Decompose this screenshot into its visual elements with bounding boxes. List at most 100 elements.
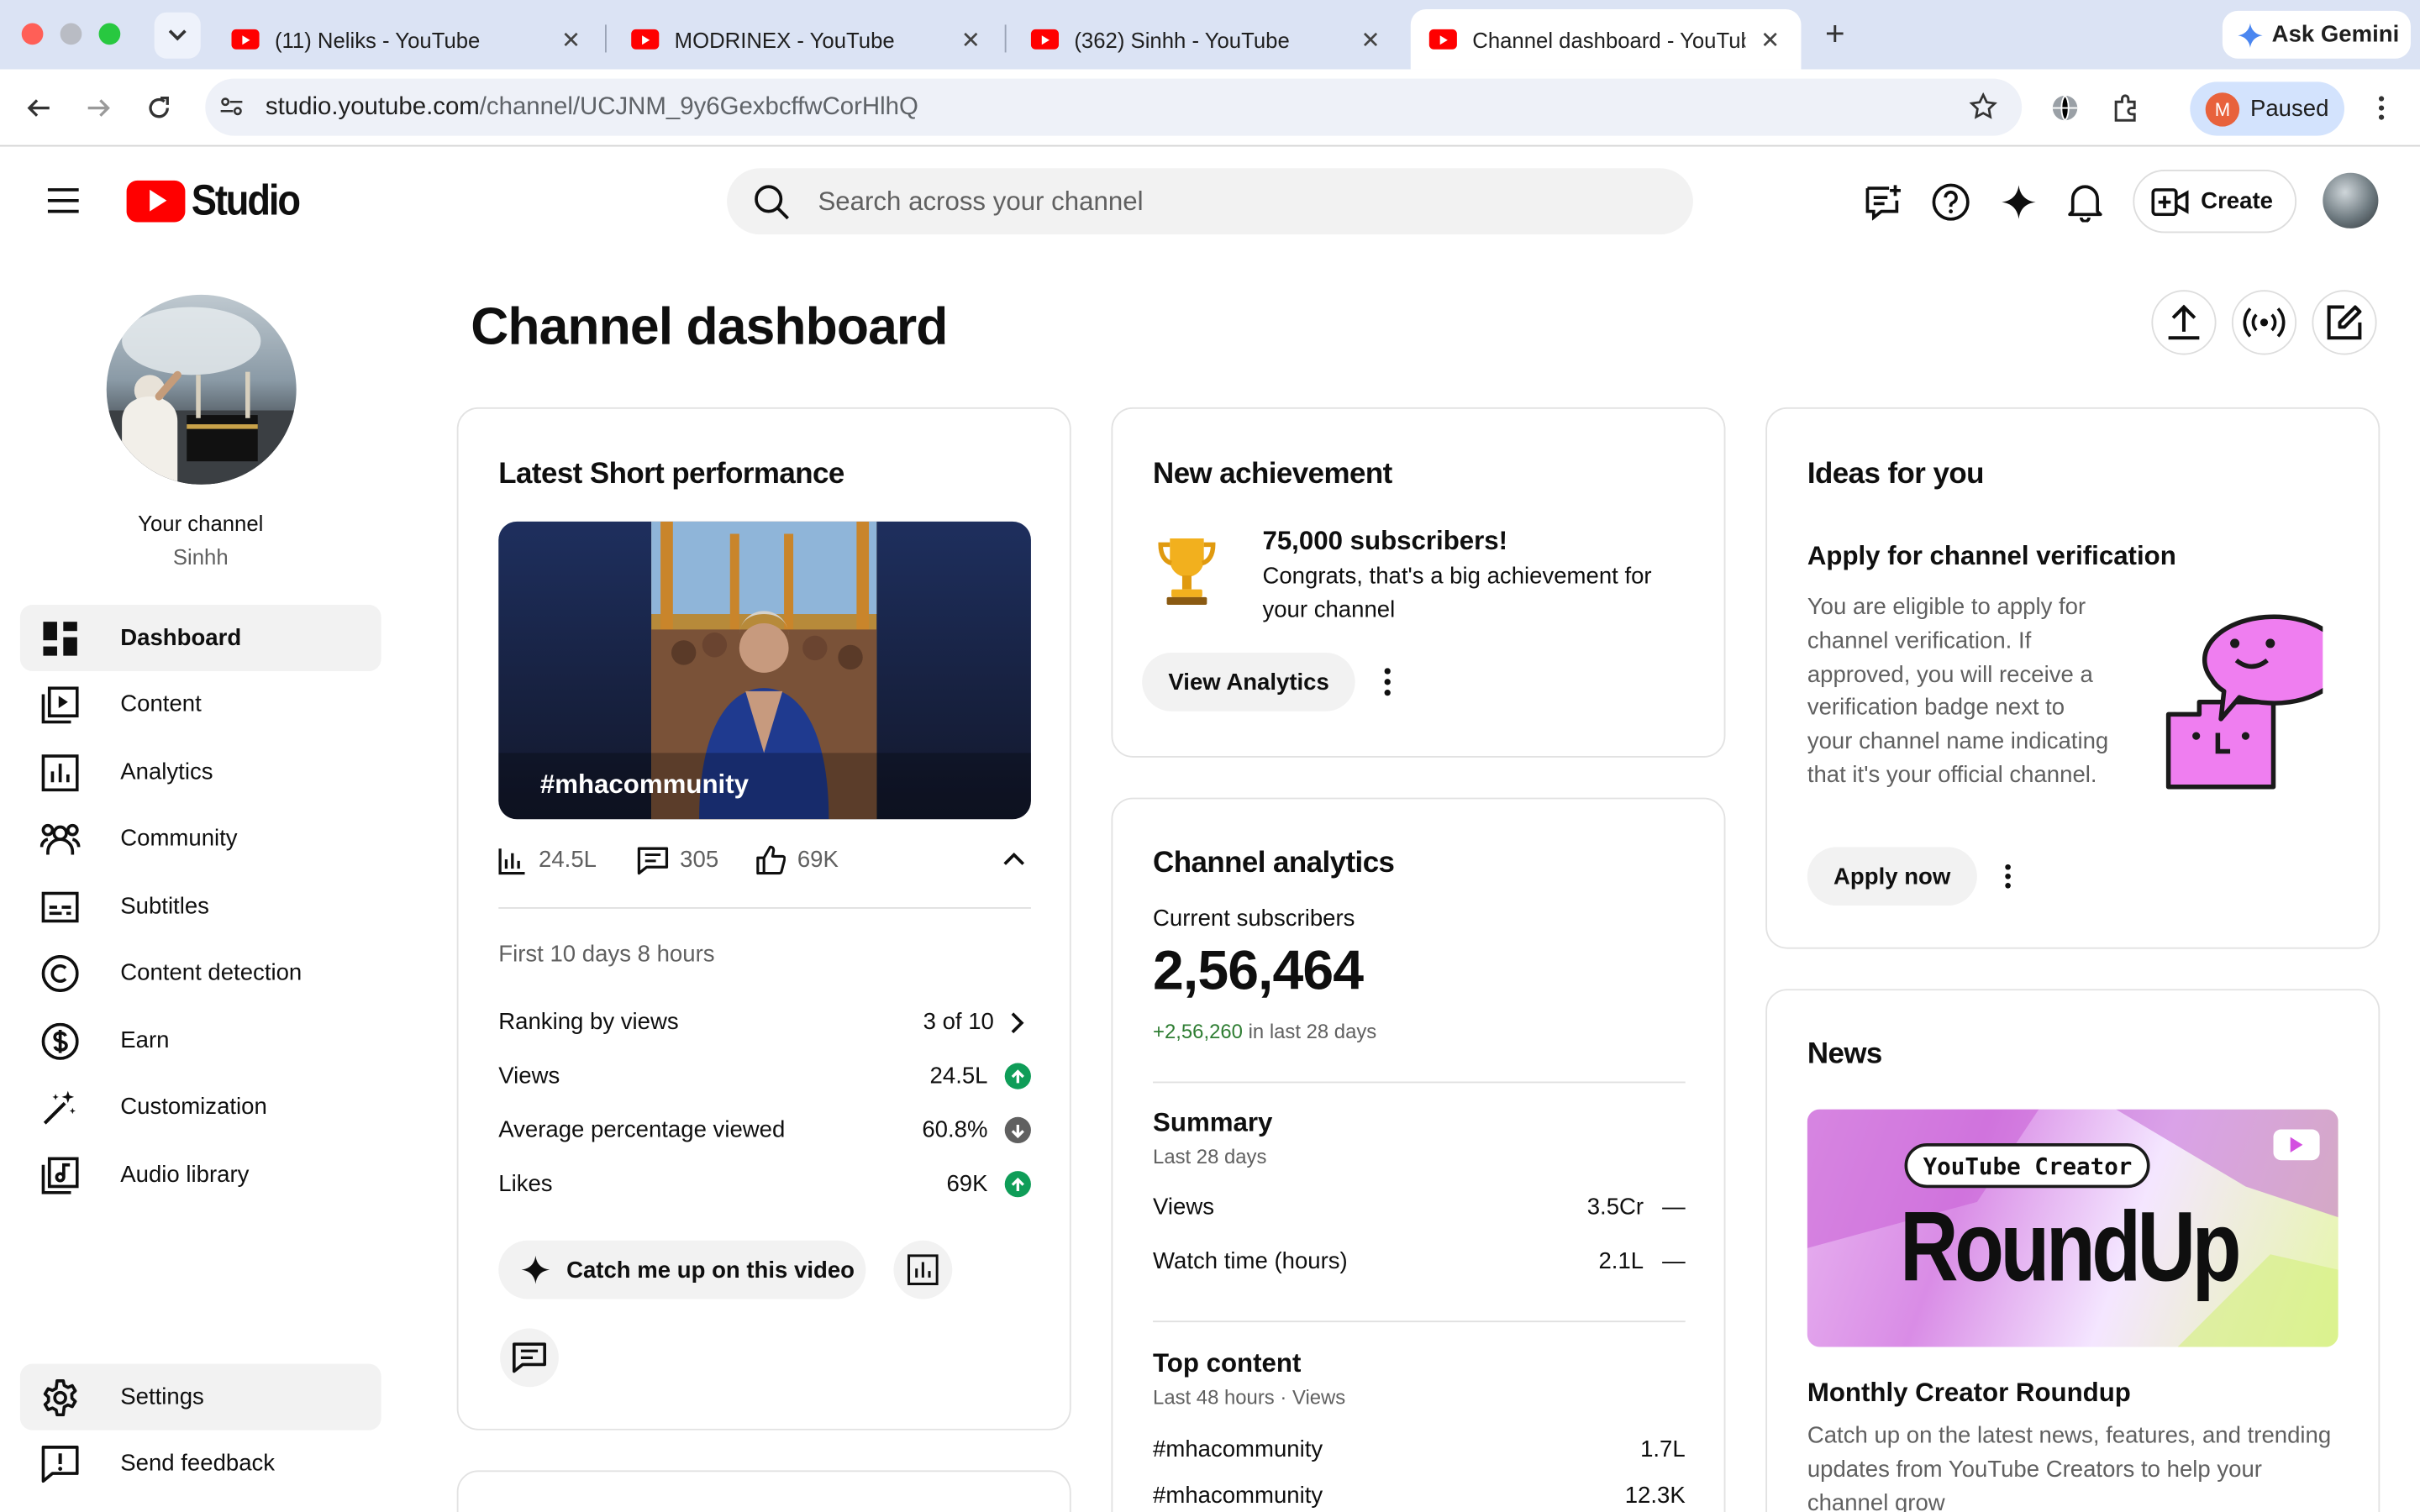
sidebar-item-content[interactable]: Content xyxy=(20,671,381,738)
magic-wand-icon xyxy=(40,1087,81,1127)
browser-toolbar: studio.youtube.com/channel/UCJNM_9y6Gexb… xyxy=(0,69,2420,147)
metric-label: Average percentage viewed xyxy=(498,1116,786,1144)
search-input[interactable]: Search across your channel xyxy=(818,186,1143,217)
news-banner[interactable]: YouTube Creator RoundUp xyxy=(1807,1109,2338,1347)
sidebar-item-subtitles[interactable]: Subtitles xyxy=(20,874,381,940)
news-item-title[interactable]: Monthly Creator Roundup xyxy=(1807,1378,2131,1409)
reload-button[interactable] xyxy=(140,90,177,127)
browser-tab[interactable]: (362) Sinhh - YouTube ✕ xyxy=(1013,9,1402,70)
apply-now-label: Apply now xyxy=(1833,863,1951,890)
sidebar-item-audio-library[interactable]: Audio library xyxy=(20,1142,381,1208)
close-tab-icon[interactable]: ✕ xyxy=(959,25,983,53)
subscribers-change-suffix: in last 28 days xyxy=(1248,1020,1377,1043)
extensions-button[interactable] xyxy=(2108,90,2145,127)
news-item-body: Catch up on the latest news, features, a… xyxy=(1807,1422,2332,1512)
view-analytics-button[interactable]: View Analytics xyxy=(1142,652,1356,711)
maximize-window-button[interactable] xyxy=(98,23,121,45)
ranking-value: 3 of 10 xyxy=(923,1009,994,1036)
ideas-more-button[interactable] xyxy=(2005,864,2011,889)
tab-search-button[interactable] xyxy=(154,12,201,59)
achievement-headline: 75,000 subscribers! xyxy=(1262,526,1508,556)
close-tab-icon[interactable]: ✕ xyxy=(1358,25,1382,53)
more-vert-icon xyxy=(2005,864,2011,889)
channel-avatar[interactable] xyxy=(106,294,297,485)
content-icon xyxy=(40,685,81,725)
tab-title: MODRINEX - YouTube xyxy=(674,27,895,52)
reload-icon xyxy=(149,96,169,118)
star-icon[interactable] xyxy=(1969,92,1997,120)
browser-tab[interactable]: MODRINEX - YouTube ✕ xyxy=(613,9,1002,70)
ranking-row[interactable]: Ranking by views 3 of 10 xyxy=(498,1009,1031,1035)
achievement-card: New achievement 75,000 subscribers! Cong… xyxy=(1111,407,1726,758)
site-settings-icon[interactable] xyxy=(219,94,244,118)
notifications-button[interactable] xyxy=(2064,181,2107,223)
search-bar[interactable]: Search across your channel xyxy=(727,168,1693,235)
studio-logo[interactable]: Studio xyxy=(126,176,314,225)
catch-me-up-button[interactable]: Catch me up on this video xyxy=(498,1240,866,1299)
top-content-row[interactable]: #mhacommunity 1.7L xyxy=(1153,1436,1686,1462)
minimize-window-button[interactable] xyxy=(60,23,82,45)
sidebar-item-community[interactable]: Community xyxy=(20,806,381,872)
video-plus-icon xyxy=(2151,187,2189,216)
upload-videos-button[interactable] xyxy=(2151,290,2217,355)
sidebar-item-analytics[interactable]: Analytics xyxy=(20,739,381,806)
close-tab-icon[interactable]: ✕ xyxy=(559,25,583,53)
forward-button[interactable] xyxy=(81,90,118,127)
trophy-icon xyxy=(1156,535,1218,606)
translate-extension-button[interactable] xyxy=(2047,90,2084,127)
close-tab-icon[interactable]: ✕ xyxy=(1758,25,1782,53)
top-content-label: #mhacommunity xyxy=(1153,1483,1323,1509)
browser-tab[interactable]: (11) Neliks - YouTube ✕ xyxy=(213,9,602,70)
dash-icon: — xyxy=(1662,1194,1686,1221)
account-avatar[interactable] xyxy=(2323,172,2379,228)
summary-row: Views 3.5Cr — xyxy=(1153,1194,1686,1221)
video-comments-button[interactable] xyxy=(500,1328,559,1388)
trend-down-icon xyxy=(1004,1116,1031,1144)
browser-menu-button[interactable] xyxy=(2363,90,2400,127)
short-thumbnail[interactable]: #mhacommunity xyxy=(498,521,1031,820)
top-content-row[interactable]: #mhacommunity 12.3K xyxy=(1153,1483,1686,1509)
sidebar-item-customization[interactable]: Customization xyxy=(20,1074,381,1140)
play-icon xyxy=(2273,1129,2320,1161)
help-icon xyxy=(1932,183,1970,221)
help-button[interactable] xyxy=(1929,181,1972,223)
tab-divider xyxy=(605,24,607,53)
sidebar-item-label: Analytics xyxy=(120,759,213,785)
new-tab-button[interactable]: + xyxy=(1815,14,1855,55)
ask-gemini-button[interactable]: Ask Gemini xyxy=(2222,10,2411,59)
bar-chart-icon xyxy=(498,848,525,874)
back-button[interactable] xyxy=(20,90,57,127)
card-title: News xyxy=(1807,1038,1883,1071)
url-path: /channel/UCJNM_9y6GexbcffwCorHlhQ xyxy=(479,94,918,121)
sidebar-item-label: Community xyxy=(120,825,238,852)
feedback-chat-button[interactable] xyxy=(1861,181,1904,223)
sidebar-item-label: Subtitles xyxy=(120,893,209,920)
collapse-button[interactable] xyxy=(1003,852,1025,866)
summary-period: Last 28 days xyxy=(1153,1144,1267,1168)
go-live-button[interactable] xyxy=(2231,290,2297,355)
sidebar-item-settings[interactable]: Settings xyxy=(19,1363,381,1431)
youtube-favicon-icon xyxy=(631,29,660,50)
create-post-button[interactable] xyxy=(2312,290,2377,355)
top-content-value: 12.3K xyxy=(1624,1483,1686,1509)
sidebar-item-earn[interactable]: Earn xyxy=(20,1007,381,1074)
hamburger-menu-button[interactable] xyxy=(46,185,80,216)
dollar-icon xyxy=(40,1021,81,1061)
ai-assist-button[interactable] xyxy=(1997,181,2040,223)
video-analytics-button[interactable] xyxy=(893,1240,953,1299)
metric-label: Views xyxy=(498,1063,560,1089)
create-button[interactable]: Create xyxy=(2133,170,2297,234)
apply-now-button[interactable]: Apply now xyxy=(1807,847,1977,906)
dashboard-icon xyxy=(40,618,81,659)
profile-button[interactable]: M Paused xyxy=(2190,81,2344,136)
sidebar-item-content-detection[interactable]: Content detection xyxy=(20,940,381,1006)
address-bar[interactable]: studio.youtube.com/channel/UCJNM_9y6Gexb… xyxy=(205,78,2023,136)
browser-tab-active[interactable]: Channel dashboard - YouTube ✕ xyxy=(1410,9,1802,70)
subscribers-value: 2,56,464 xyxy=(1153,937,1364,1002)
close-window-button[interactable] xyxy=(21,23,44,45)
sidebar-item-dashboard[interactable]: Dashboard xyxy=(19,605,381,671)
feedback-icon xyxy=(40,1443,81,1483)
summary-title: Summary xyxy=(1153,1107,1273,1137)
sidebar-item-send-feedback[interactable]: Send feedback xyxy=(20,1431,381,1497)
achievement-more-button[interactable] xyxy=(1384,668,1391,696)
